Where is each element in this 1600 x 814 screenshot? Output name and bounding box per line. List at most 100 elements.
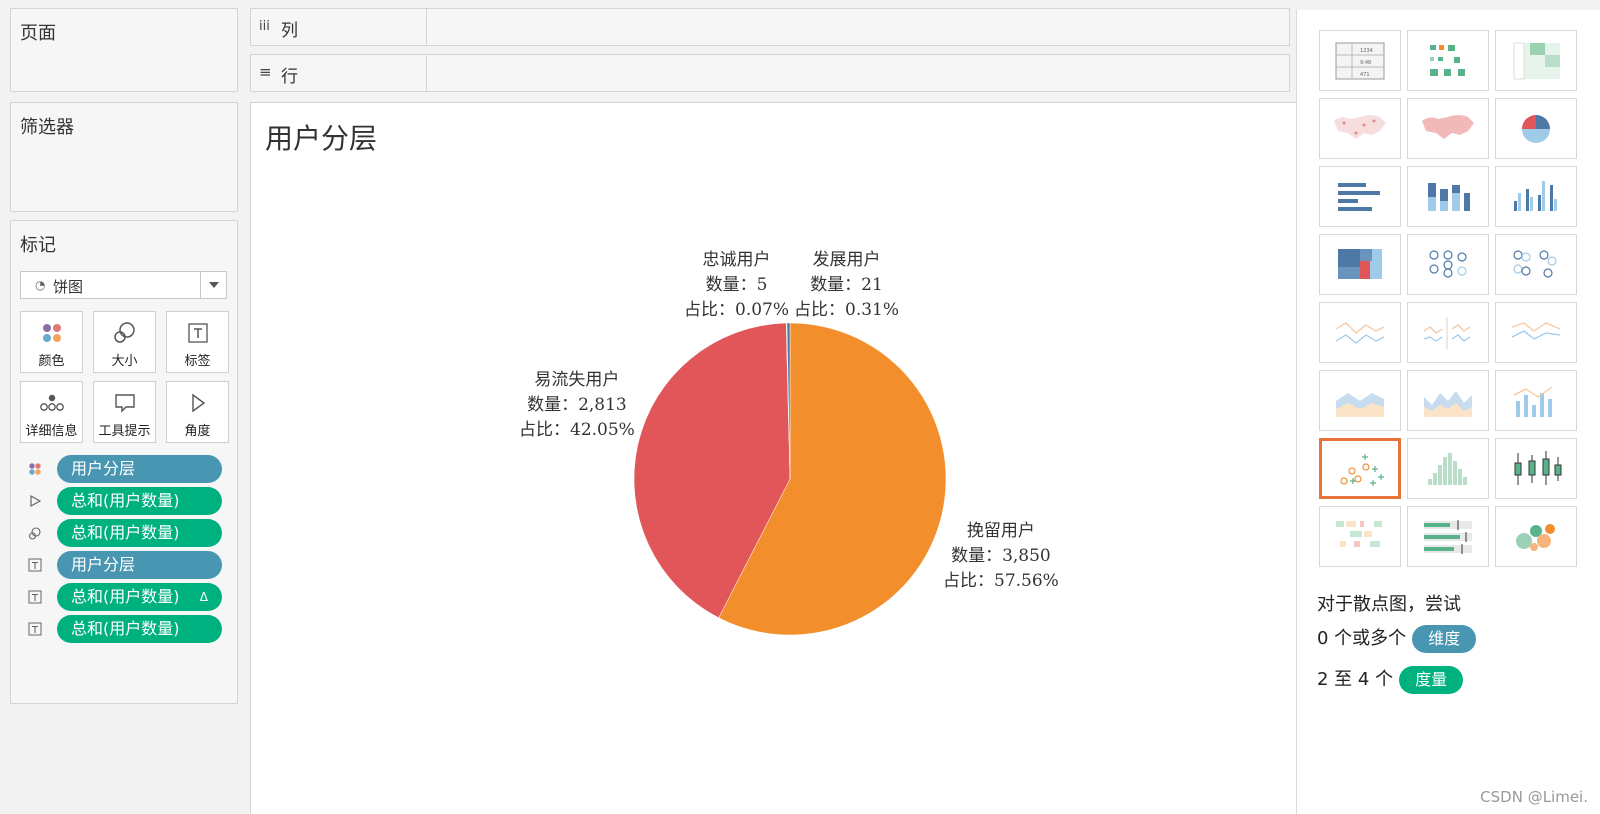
- columns-shelf[interactable]: iii 列: [250, 8, 1290, 46]
- mark-type-value: 饼图: [53, 278, 84, 296]
- stacked-bars-thumb[interactable]: [1407, 166, 1489, 227]
- angle-icon: [167, 390, 228, 416]
- text-t-icon: [28, 590, 42, 604]
- side-by-side-circles-thumb[interactable]: [1495, 234, 1577, 295]
- lines-continuous-icon: [1335, 322, 1385, 344]
- slice-share: 占比：0.07%: [684, 300, 790, 320]
- box-and-whisker-thumb[interactable]: [1495, 438, 1577, 499]
- tableau-workspace: 页面 筛选器 标记 ◔ 饼图 颜色 大小 标签 详细信息 工具提示 角度 用户分…: [0, 0, 1600, 814]
- horizontal-bars-thumb[interactable]: [1319, 166, 1401, 227]
- columns-title: 列: [281, 21, 298, 41]
- field-pill-user-segment[interactable]: 用户分层: [57, 455, 222, 483]
- dual-combination-icon: [1513, 386, 1553, 417]
- highlight-table-thumb[interactable]: [1495, 30, 1577, 91]
- field-pill-label: 用户分层: [71, 459, 136, 478]
- packed-bubbles-thumb[interactable]: [1495, 506, 1577, 567]
- detail-button-label: 详细信息: [25, 424, 78, 439]
- slice-count: 数量：5: [705, 275, 768, 295]
- area-continuous-icon: [1336, 393, 1384, 417]
- text-table-icon: 1234 9:48 471: [1335, 42, 1385, 80]
- field-pill-label: 总和(用户数量): [71, 587, 180, 606]
- mark-type-dropdown[interactable]: ◔ 饼图: [20, 271, 227, 299]
- box-and-whisker-icon: [1514, 451, 1562, 485]
- slice-share: 占比：0.31%: [794, 300, 900, 320]
- symbol-map-icon: [1334, 115, 1386, 139]
- dual-lines-thumb[interactable]: [1495, 302, 1577, 363]
- dual-combination-thumb[interactable]: [1495, 370, 1577, 431]
- color-button-label: 颜色: [38, 354, 65, 369]
- filters-card[interactable]: 筛选器: [10, 102, 238, 212]
- slice-count: 数量：3,850: [951, 546, 1051, 566]
- slice-name: 忠诚用户: [702, 250, 771, 270]
- highlight-table-icon: [1513, 42, 1560, 80]
- slice-share: 占比：57.56%: [943, 571, 1059, 591]
- slice-label-developing: 发展用户 数量：21 占比：0.31%: [794, 248, 899, 323]
- color-dots-icon: [28, 462, 42, 476]
- area-continuous-thumb[interactable]: [1319, 370, 1401, 431]
- table-calc-delta-icon: Δ: [199, 590, 208, 604]
- angle-icon: [28, 494, 42, 508]
- gantt-chart-thumb[interactable]: [1319, 506, 1401, 567]
- slice-name: 发展用户: [812, 250, 881, 270]
- heat-map-thumb[interactable]: [1407, 30, 1489, 91]
- slice-name: 易流失用户: [534, 370, 620, 390]
- circle-views-thumb[interactable]: [1407, 234, 1489, 295]
- columns-icon: iii: [259, 19, 270, 34]
- text-table-thumb[interactable]: 1234 9:48 471: [1319, 30, 1401, 91]
- detail-dots-icon: [21, 390, 82, 416]
- scatter-plot-icon: [1340, 454, 1384, 486]
- lines-discrete-thumb[interactable]: [1407, 302, 1489, 363]
- svg-text:1234: 1234: [1360, 48, 1373, 54]
- size-button[interactable]: 大小: [93, 311, 156, 373]
- gantt-chart-icon: [1336, 521, 1382, 547]
- tooltip-bubble-icon: [94, 390, 155, 416]
- field-pill-sum-users-size[interactable]: 总和(用户数量): [57, 519, 222, 547]
- tooltip-button[interactable]: 工具提示: [93, 381, 156, 443]
- slice-count: 数量：21: [810, 275, 883, 295]
- text-t-icon: [28, 558, 42, 572]
- show-me-hint-measures: 2 至 4 个度量: [1317, 665, 1464, 694]
- size-circles-icon: [94, 320, 155, 346]
- side-by-side-circles-icon: [1513, 250, 1557, 278]
- lines-discrete-icon: [1423, 317, 1471, 349]
- field-pill-sum-users-angle[interactable]: 总和(用户数量): [57, 487, 222, 515]
- rows-shelf[interactable]: ≡ 行: [250, 54, 1290, 92]
- watermark: CSDN @Limei.: [1480, 788, 1588, 806]
- symbol-map-thumb[interactable]: [1319, 98, 1401, 159]
- chevron-down-icon[interactable]: [200, 272, 226, 298]
- color-button[interactable]: 颜色: [20, 311, 83, 373]
- pages-card: 页面: [10, 8, 238, 92]
- stacked-bars-icon: [1428, 183, 1470, 211]
- scatter-plot-thumb[interactable]: [1319, 438, 1401, 499]
- histogram-thumb[interactable]: [1407, 438, 1489, 499]
- dimension-pill: 维度: [1412, 625, 1477, 653]
- field-pill-user-segment-label[interactable]: 用户分层: [57, 551, 222, 579]
- bullet-graph-thumb[interactable]: [1407, 506, 1489, 567]
- text-t-icon: [28, 622, 42, 636]
- field-pill-sum-users-table-calc[interactable]: 总和(用户数量) Δ: [57, 583, 222, 611]
- measure-pill: 度量: [1399, 666, 1464, 694]
- field-pill-sum-users-label[interactable]: 总和(用户数量): [57, 615, 222, 643]
- detail-button[interactable]: 详细信息: [20, 381, 83, 443]
- tooltip-button-label: 工具提示: [98, 424, 151, 439]
- angle-button[interactable]: 角度: [166, 381, 229, 443]
- label-button[interactable]: 标签: [166, 311, 229, 373]
- treemap-thumb[interactable]: [1319, 234, 1401, 295]
- pie-mark-icon: ◔: [35, 278, 46, 292]
- color-dots-icon: [21, 320, 82, 346]
- show-me-hint-dimensions: 0 个或多个 维度: [1317, 624, 1477, 653]
- lines-continuous-thumb[interactable]: [1319, 302, 1401, 363]
- filled-map-thumb[interactable]: [1407, 98, 1489, 159]
- pie-chart[interactable]: [251, 103, 1301, 814]
- text-t-icon: [167, 320, 228, 346]
- hint-measures-text: 2 至 4 个: [1317, 669, 1394, 690]
- histogram-icon: [1428, 453, 1467, 485]
- side-by-side-bars-thumb[interactable]: [1495, 166, 1577, 227]
- area-discrete-thumb[interactable]: [1407, 370, 1489, 431]
- pie-chart-icon: [1522, 115, 1550, 143]
- slice-count: 数量：2,813: [527, 395, 627, 415]
- worksheet-canvas[interactable]: 用户分层 忠诚用户 数量：5 占比：0.07% 发展用户 数量：21 占比：0.…: [250, 102, 1300, 814]
- pie-chart-thumb[interactable]: [1495, 98, 1577, 159]
- show-me-panel: 1234 9:48 471 对于散点图，尝试 0 个或多个 维度 2 至 4 个…: [1296, 10, 1600, 814]
- filled-map-icon: [1422, 115, 1474, 139]
